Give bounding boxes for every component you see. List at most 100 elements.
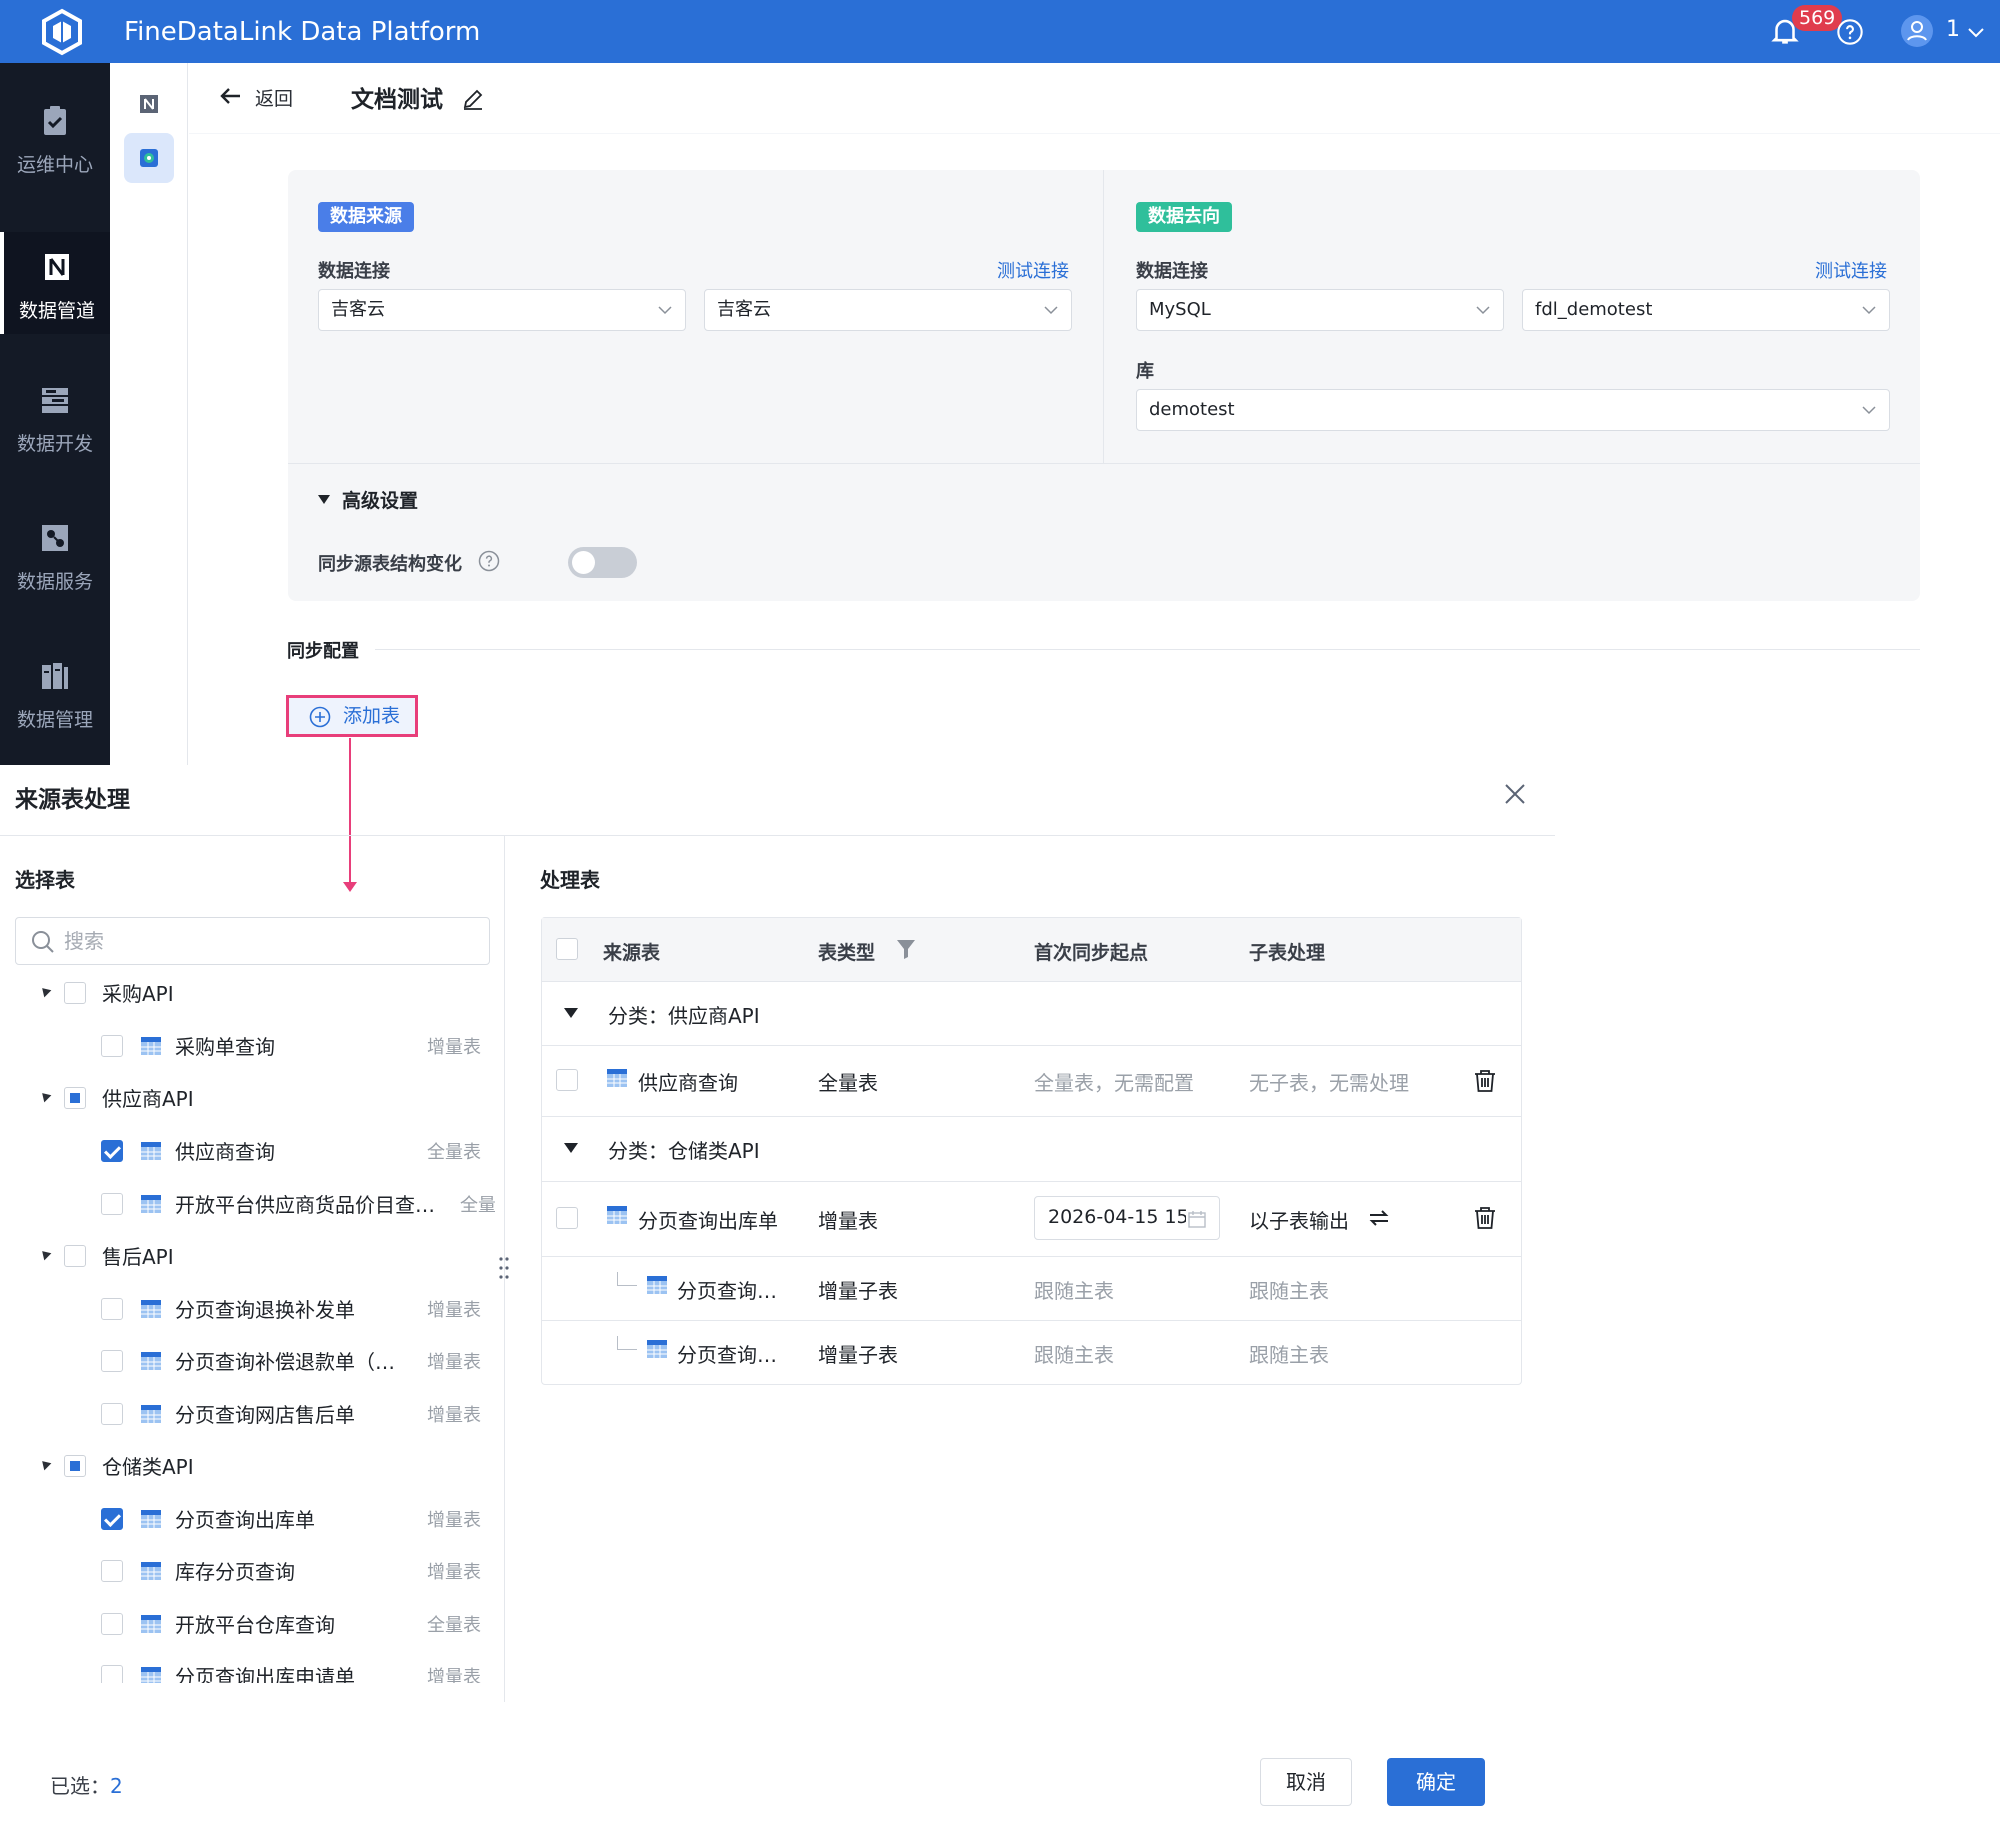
close-icon[interactable] (1501, 780, 1529, 808)
user-name[interactable]: 1 (1946, 17, 1960, 42)
source-test-link[interactable]: 测试连接 (997, 257, 1069, 283)
source-conn-label: 数据连接 (318, 261, 390, 282)
trash-icon[interactable] (1472, 1205, 1498, 1231)
tree-item[interactable]: 开放平台供应商货品价目查… 全量表 (0, 1183, 495, 1223)
sync-structure-label: 同步源表结构变化 (318, 554, 462, 575)
app-logo-icon[interactable] (38, 8, 86, 56)
top-bar: FineDataLink Data Platform 569 1 (0, 0, 2000, 63)
row-checkbox[interactable] (556, 1069, 578, 1091)
caret-down-icon[interactable] (38, 1457, 52, 1471)
tree-checkbox[interactable] (64, 982, 86, 1004)
divider (375, 649, 1920, 650)
tree-checkbox[interactable] (101, 1298, 123, 1320)
divider (0, 835, 1555, 836)
column-header-type: 表类型 (818, 942, 876, 964)
task-small-icon (140, 149, 158, 167)
tree-category[interactable]: 采购API (0, 972, 495, 1012)
select-value: demotest (1149, 399, 1235, 420)
chevron-down-icon[interactable] (1964, 20, 1988, 44)
tree-checkbox[interactable] (101, 1193, 123, 1215)
tree-item[interactable]: 分页查询出库申请单 增量表 (0, 1655, 495, 1683)
tree-checkbox[interactable] (101, 1560, 123, 1582)
tree-item[interactable]: 供应商查询 全量表 (0, 1130, 495, 1170)
chevron-down-icon (1044, 306, 1058, 315)
tree-checkbox[interactable] (101, 1350, 123, 1372)
clipboard-check-icon (44, 106, 66, 135)
select-all-checkbox[interactable] (556, 938, 578, 960)
caret-down-icon[interactable] (564, 1008, 578, 1018)
edit-icon[interactable] (461, 87, 485, 111)
sub-sidebar (110, 63, 188, 765)
row-source-name: 分页查询… (677, 1343, 777, 1367)
search-box[interactable] (15, 917, 490, 965)
caret-down-icon[interactable] (38, 984, 52, 998)
tree-item[interactable]: 开放平台仓库查询 全量表 (0, 1603, 495, 1643)
help-icon[interactable] (1836, 18, 1864, 46)
tree-category[interactable]: 仓储类API (0, 1445, 495, 1485)
drag-handle-icon[interactable] (497, 1255, 511, 1281)
row-start: 跟随主表 (1034, 1343, 1114, 1367)
caret-down-icon[interactable] (38, 1089, 52, 1103)
add-table-button[interactable]: 添加表 (286, 695, 418, 737)
sync-structure-switch[interactable] (568, 547, 637, 578)
tree-item[interactable]: 采购单查询 增量表 (0, 1025, 495, 1065)
tree-item-type: 增量表 (427, 1510, 481, 1531)
source-conn-select-2[interactable]: 吉客云 (704, 289, 1072, 331)
sync-config-title: 同步配置 (287, 641, 359, 662)
target-conn-select[interactable]: MySQL (1136, 289, 1504, 331)
cancel-button[interactable]: 取消 (1260, 1758, 1352, 1806)
tree-item[interactable]: 分页查询退换补发单 增量表 (0, 1288, 495, 1328)
caret-down-icon[interactable] (318, 495, 330, 504)
tree-item[interactable]: 分页查询网店售后单 增量表 (0, 1393, 495, 1433)
filter-icon[interactable] (896, 938, 916, 960)
target-conn-select-2[interactable]: fdl_demotest (1522, 289, 1890, 331)
tree-checkbox[interactable] (101, 1665, 123, 1683)
annotation-arrow-head (343, 882, 357, 892)
source-conn-select[interactable]: 吉客云 (318, 289, 686, 331)
row-start: 跟随主表 (1034, 1279, 1114, 1303)
sidebar-item-label: 运维中心 (16, 154, 93, 176)
start-date-picker[interactable]: 2026-04-15 15 (1034, 1196, 1220, 1240)
row-checkbox[interactable] (556, 1207, 578, 1229)
tree-checkbox[interactable] (101, 1140, 123, 1162)
back-link[interactable]: 返回 (255, 84, 293, 111)
target-test-link[interactable]: 测试连接 (1815, 257, 1887, 283)
sub-nav-task[interactable] (124, 133, 174, 183)
sidebar-item-pipeline[interactable]: 数据管道 (0, 232, 110, 334)
tree-checkbox[interactable] (64, 1087, 86, 1109)
tree-checkbox[interactable] (101, 1613, 123, 1635)
target-db-select[interactable]: demotest (1136, 389, 1890, 431)
sidebar-item-service[interactable]: 数据服务 (0, 521, 110, 651)
sidebar-item-dev[interactable]: 数据开发 (0, 383, 110, 513)
tree-item-type: 增量表 (427, 1037, 481, 1058)
plus-circle-icon (309, 706, 331, 728)
trash-icon[interactable] (1472, 1068, 1498, 1094)
advanced-settings-toggle[interactable]: 高级设置 (342, 486, 418, 513)
tree-item[interactable]: 分页查询补偿退款单（… 增量表 (0, 1340, 495, 1380)
tree-category[interactable]: 供应商API (0, 1077, 495, 1117)
table-icon (141, 1405, 161, 1423)
tree-item-label: 库存分页查询 (175, 1560, 295, 1584)
tree-item-label: 分页查询补偿退款单（… (175, 1350, 395, 1374)
sidebar-item-ops[interactable]: 运维中心 (0, 104, 110, 234)
table-icon (607, 1206, 627, 1224)
tree-checkbox[interactable] (101, 1035, 123, 1057)
tree-checkbox[interactable] (64, 1245, 86, 1267)
confirm-button[interactable]: 确定 (1387, 1758, 1485, 1806)
tree-checkbox[interactable] (101, 1403, 123, 1425)
tree-checkbox[interactable] (101, 1508, 123, 1530)
caret-down-icon[interactable] (38, 1247, 52, 1261)
search-input[interactable] (64, 926, 464, 956)
pipeline-small-icon (140, 95, 158, 113)
caret-down-icon[interactable] (564, 1143, 578, 1153)
tree-category[interactable]: 售后API (0, 1235, 495, 1275)
swap-icon[interactable] (1366, 1205, 1392, 1231)
sub-nav-pipeline[interactable] (124, 79, 174, 129)
tree-item[interactable]: 分页查询出库单 增量表 (0, 1498, 495, 1538)
back-arrow-icon[interactable] (218, 83, 244, 109)
chevron-down-icon (1862, 306, 1876, 315)
tree-checkbox[interactable] (64, 1455, 86, 1477)
tree-item[interactable]: 库存分页查询 增量表 (0, 1550, 495, 1590)
user-avatar-icon[interactable] (1900, 14, 1934, 48)
help-circle-icon[interactable] (478, 550, 500, 572)
